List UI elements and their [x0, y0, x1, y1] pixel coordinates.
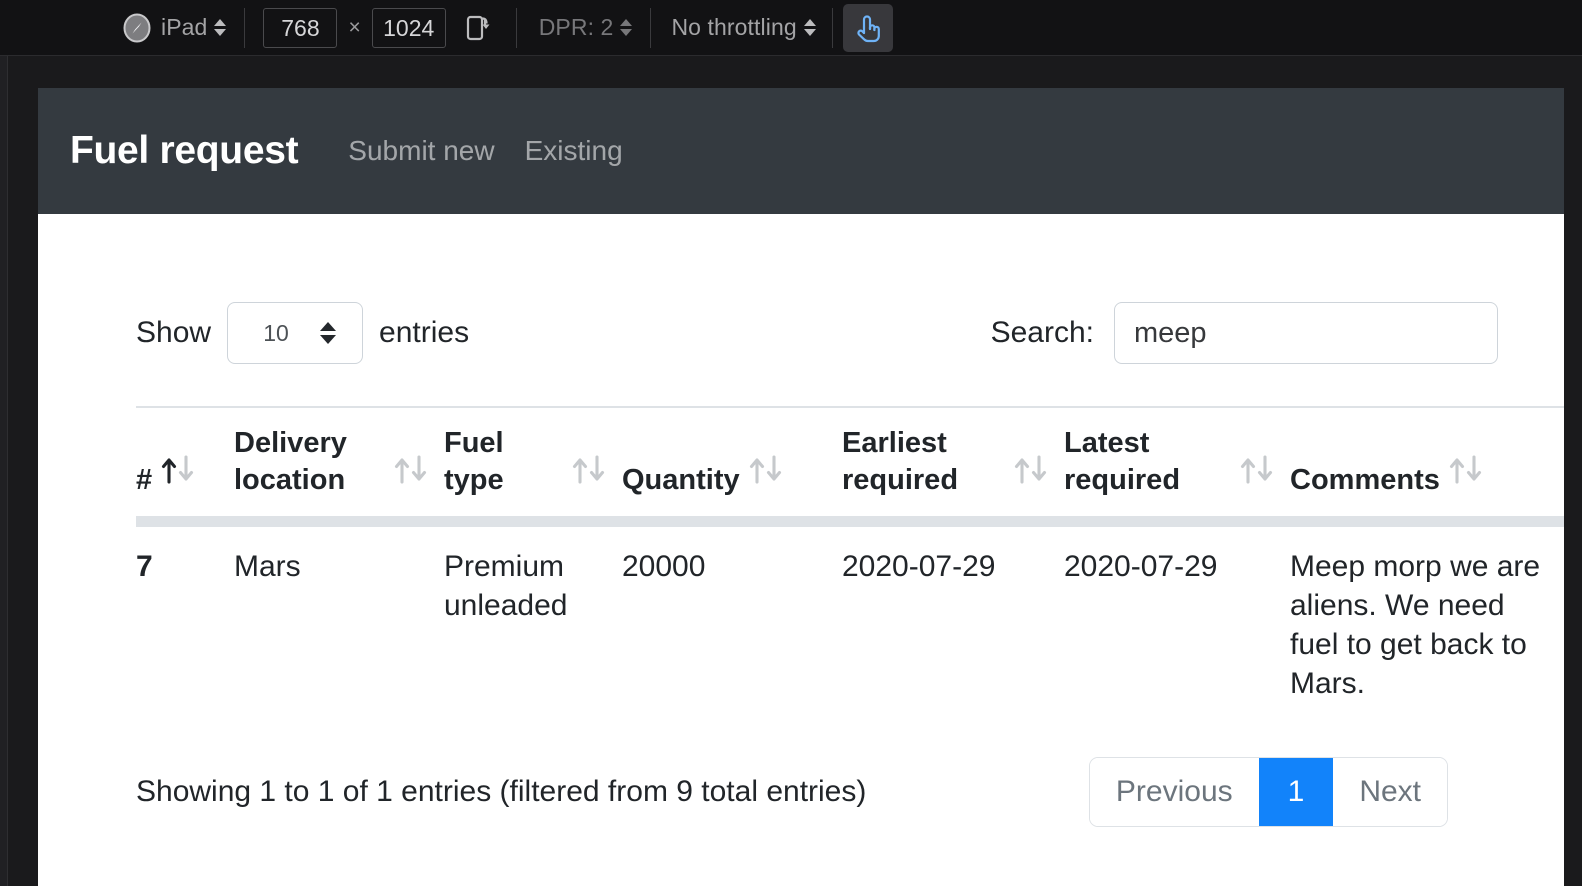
- cell-fuel-type: Premium unleaded: [444, 550, 568, 623]
- entries-label: entries: [379, 316, 470, 349]
- dimension-separator: ×: [348, 15, 361, 39]
- touch-cursor-icon[interactable]: [842, 3, 893, 52]
- sort-ascending-icon: [160, 452, 198, 496]
- search-label: Search:: [990, 316, 1094, 349]
- column-label: Comments: [1290, 464, 1440, 497]
- table-body: 7 Mars Premium unleaded 20000 2020-07-29…: [136, 522, 1564, 724]
- column-label: Latest required: [1064, 427, 1181, 497]
- column-header-earliest-required[interactable]: Earliest required: [842, 406, 1064, 528]
- sort-none-icon: [748, 452, 786, 496]
- cell-comments: Meep morp we are aliens. We need fuel to…: [1290, 550, 1541, 701]
- cell-quantity: 20000: [622, 550, 706, 584]
- compass-icon: [122, 13, 152, 43]
- entries-per-page-select[interactable]: 10: [227, 302, 364, 364]
- column-label: Fuel type: [444, 427, 504, 497]
- device-selector[interactable]: iPad: [0, 0, 227, 56]
- sort-none-icon: [1448, 452, 1486, 496]
- cell-earliest-required: 2020-07-29: [842, 550, 996, 584]
- column-header-fuel-type[interactable]: Fuel type: [444, 406, 622, 528]
- viewport-size-group: 768 × 1024: [245, 0, 515, 56]
- toolbar-divider: [831, 7, 833, 48]
- dpr-label: DPR: 2: [538, 14, 614, 40]
- table-info-text: Showing 1 to 1 of 1 entries (filtered fr…: [136, 775, 867, 809]
- viewport-width-input[interactable]: 768: [263, 7, 338, 48]
- sort-none-icon: [571, 452, 609, 496]
- column-header-number[interactable]: #: [136, 406, 234, 528]
- dpr-selector[interactable]: DPR: 2: [517, 0, 651, 56]
- page-content: Show 10 entries Search: meep # Delivery …: [38, 214, 1564, 828]
- table-header-row: # Delivery location Fuel type Quantity E…: [136, 406, 1564, 528]
- chevron-updown-icon[interactable]: [620, 19, 633, 36]
- sort-none-icon: [393, 452, 431, 496]
- pagination-next-button[interactable]: Next: [1333, 758, 1447, 827]
- chevron-updown-icon[interactable]: [214, 19, 227, 36]
- search-input[interactable]: meep: [1114, 302, 1498, 364]
- chevron-updown-icon: [320, 322, 337, 344]
- cell-delivery-location: Mars: [234, 550, 301, 584]
- column-header-latest-required[interactable]: Latest required: [1064, 406, 1290, 528]
- pagination: Previous 1 Next: [1088, 757, 1448, 828]
- sort-none-icon: [1013, 452, 1051, 496]
- rotate-device-icon[interactable]: [458, 8, 498, 48]
- throttling-label: No throttling: [671, 14, 797, 40]
- column-header-delivery-location[interactable]: Delivery location: [234, 406, 444, 528]
- show-label: Show: [136, 316, 212, 349]
- column-label: Quantity: [622, 464, 740, 497]
- column-label: Earliest required: [842, 427, 959, 497]
- entries-per-page-value: 10: [263, 319, 289, 346]
- device-viewport: Fuel request Submit new Existing Show 10…: [38, 88, 1564, 886]
- devtools-device-toolbar: iPad 768 × 1024 DPR: 2 No throttling: [0, 0, 1582, 56]
- column-header-quantity[interactable]: Quantity: [622, 406, 842, 528]
- devtools-right-rail: [1564, 56, 1582, 886]
- pagination-page-1-button[interactable]: 1: [1258, 758, 1334, 827]
- nav-link-existing[interactable]: Existing: [525, 135, 623, 167]
- column-label: Delivery location: [234, 427, 347, 497]
- datatable-footer: Showing 1 to 1 of 1 entries (filtered fr…: [38, 723, 1564, 828]
- table-header: # Delivery location Fuel type Quantity E…: [136, 406, 1564, 528]
- device-name-label: iPad: [161, 14, 208, 40]
- table-row[interactable]: 7 Mars Premium unleaded 20000 2020-07-29…: [136, 522, 1564, 724]
- navbar: Fuel request Submit new Existing: [38, 88, 1564, 214]
- nav-link-submit-new[interactable]: Submit new: [348, 135, 494, 167]
- entries-length-control: Show 10 entries: [136, 302, 469, 364]
- datatable-controls: Show 10 entries Search: meep: [38, 214, 1564, 364]
- page-title[interactable]: Fuel request: [70, 129, 299, 173]
- cell-latest-required: 2020-07-29: [1064, 550, 1218, 584]
- throttling-selector[interactable]: No throttling: [651, 0, 831, 56]
- column-header-comments[interactable]: Comments: [1290, 406, 1564, 528]
- search-control: Search: meep: [991, 302, 1498, 364]
- devtools-left-rail: [0, 56, 8, 886]
- viewport-height-input[interactable]: 1024: [371, 7, 446, 48]
- sort-none-icon: [1239, 452, 1277, 496]
- cell-number: 7: [136, 550, 153, 584]
- column-label: #: [136, 464, 153, 497]
- fuel-requests-table: # Delivery location Fuel type Quantity E…: [136, 406, 1564, 723]
- pagination-previous-button[interactable]: Previous: [1089, 758, 1259, 827]
- chevron-updown-icon[interactable]: [803, 19, 816, 36]
